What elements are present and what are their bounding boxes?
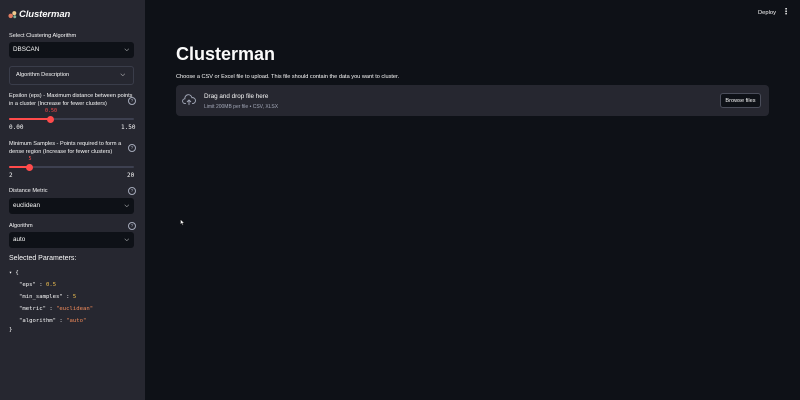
algorithm-select[interactable]: auto ⌵ xyxy=(9,232,134,248)
mouse-cursor-icon xyxy=(180,219,185,226)
json-value: 0.5 xyxy=(45,282,57,288)
json-value: "auto" xyxy=(66,318,87,324)
json-entry: "algorithm" : "auto" xyxy=(19,318,87,324)
upload-caption: Choose a CSV or Excel file to upload. Th… xyxy=(176,74,400,80)
file-dropzone[interactable]: Drag and drop file here Limit 200MB per … xyxy=(176,85,769,116)
json-entry: "metric" : "euclidean" xyxy=(19,306,94,312)
eps-label-line2: in a cluster (Increase for fewer cluster… xyxy=(9,101,107,107)
select-value: DBSCAN xyxy=(13,46,40,53)
algorithm-description-expander[interactable]: Algorithm Description ⌵ xyxy=(9,66,134,85)
min-samples-slider-value: 5 xyxy=(28,156,32,162)
cloud-upload-icon xyxy=(182,94,196,106)
json-value: 5 xyxy=(72,294,77,300)
page-title: Clusterman xyxy=(176,44,276,64)
min-samples-min-label: 2 xyxy=(9,172,13,179)
app-brand: Clusterman xyxy=(8,9,70,20)
bubbles-icon xyxy=(8,11,17,19)
json-open: ▾ { xyxy=(9,270,19,276)
eps-min-label: 0.00 xyxy=(9,124,24,131)
json-close-brace: } xyxy=(9,327,13,333)
collapse-icon[interactable]: ▾ xyxy=(9,270,12,276)
distance-metric-label: Distance Metric xyxy=(9,188,48,194)
json-value: "euclidean" xyxy=(56,306,94,312)
eps-slider-label: Epsilon (eps) - Maximum distance between… xyxy=(9,92,132,108)
chevron-down-icon: ⌵ xyxy=(124,237,129,243)
json-entry: "eps" : 0.5 xyxy=(19,282,57,288)
chevron-down-icon: ⌵ xyxy=(120,72,125,78)
min-samples-slider[interactable] xyxy=(9,163,134,171)
min-samples-label-line1: Minimum Samples - Points required to for… xyxy=(9,141,122,147)
eps-max-label: 1.50 xyxy=(121,124,136,131)
slider-thumb[interactable] xyxy=(26,163,34,171)
algorithm-select-label: Select Clustering Algorithm xyxy=(9,33,77,39)
json-key: "algorithm" xyxy=(19,318,57,324)
selected-parameters-title: Selected Parameters: xyxy=(9,255,77,262)
algorithm-label: Algorithm xyxy=(9,223,33,229)
expander-label: Algorithm Description xyxy=(16,72,70,78)
dropzone-subtitle: Limit 200MB per file • CSV, XLSX xyxy=(204,104,279,110)
slider-thumb[interactable] xyxy=(47,115,55,123)
chevron-down-icon: ⌵ xyxy=(124,47,129,53)
help-icon[interactable]: ? xyxy=(128,144,136,152)
help-icon[interactable]: ? xyxy=(128,97,136,105)
min-samples-slider-label: Minimum Samples - Points required to for… xyxy=(9,140,121,156)
min-samples-label-line2: dense region (Increase for fewer cluster… xyxy=(9,149,113,155)
sidebar: Clusterman Select Clustering Algorithm D… xyxy=(0,0,145,400)
json-key: "min_samples" xyxy=(19,294,63,300)
json-entry: "min_samples" : 5 xyxy=(19,294,77,300)
json-key: "metric" xyxy=(19,306,46,312)
select-value: euclidean xyxy=(13,202,40,209)
help-icon[interactable]: ? xyxy=(128,187,136,195)
slider-fill xyxy=(9,118,51,120)
min-samples-max-label: 20 xyxy=(127,172,135,179)
json-open-brace: { xyxy=(15,270,19,276)
distance-metric-select[interactable]: euclidean ⌵ xyxy=(9,198,134,214)
json-key: "eps" xyxy=(19,282,36,288)
help-icon[interactable]: ? xyxy=(128,222,136,230)
eps-label-line1: Epsilon (eps) - Maximum distance between… xyxy=(9,93,133,99)
deploy-button[interactable]: Deploy xyxy=(758,10,776,16)
select-value: auto xyxy=(13,236,26,243)
browse-files-button[interactable]: Browse files xyxy=(720,93,761,108)
more-menu-icon[interactable]: ⋮ xyxy=(782,8,790,16)
chevron-down-icon: ⌵ xyxy=(124,203,129,209)
dropzone-title: Drag and drop file here xyxy=(204,93,269,100)
eps-slider-value: 0.50 xyxy=(44,108,58,114)
eps-slider[interactable] xyxy=(9,115,134,123)
clustering-algorithm-select[interactable]: DBSCAN ⌵ xyxy=(9,42,134,58)
app-name: Clusterman xyxy=(19,9,71,20)
